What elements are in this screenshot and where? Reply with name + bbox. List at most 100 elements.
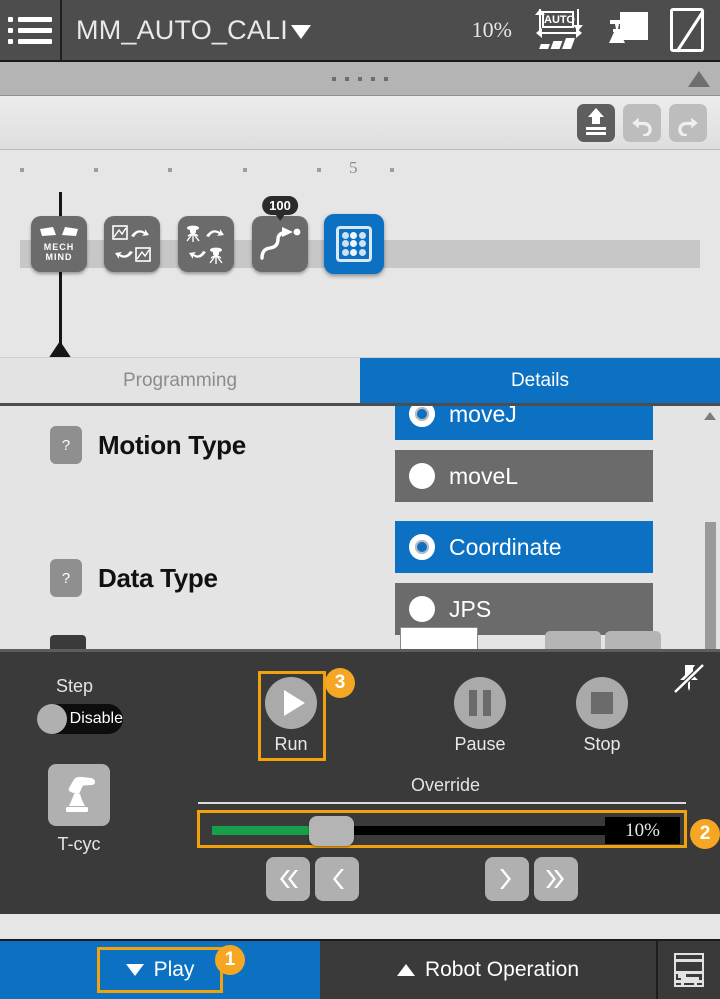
question-mark-icon[interactable]: ? <box>50 559 82 597</box>
tab-programming-label: Programming <box>122 369 238 391</box>
data-type-label: Data Type <box>98 562 218 593</box>
override-value: 10% <box>605 817 680 844</box>
t-cyc-button[interactable] <box>48 764 110 826</box>
step-toggle[interactable]: Disable <box>37 704 123 734</box>
grid-node[interactable] <box>324 214 384 274</box>
caret-down-icon <box>290 25 311 39</box>
double-chevron-right-icon <box>546 870 564 888</box>
step-badge-3: 3 <box>325 668 355 698</box>
stop-label: Stop <box>583 734 621 754</box>
motion-type-label: Motion Type <box>98 429 246 460</box>
panel-splitter[interactable] <box>0 62 720 96</box>
option-movej-label: moveJ <box>449 403 517 427</box>
redo-icon[interactable] <box>669 103 707 142</box>
option-jps-label: JPS <box>449 595 492 622</box>
ruler-label-5: 5 <box>349 158 358 177</box>
stop-button[interactable]: Stop <box>576 677 628 755</box>
next-row-help-icon[interactable] <box>50 635 86 649</box>
vertical-scrollbar[interactable] <box>704 410 718 649</box>
mech-mind-node[interactable]: MECH MIND <box>31 216 87 272</box>
scroll-up-arrow-icon[interactable] <box>704 412 716 420</box>
move-node[interactable]: 100 <box>252 196 308 272</box>
run-button[interactable]: Run <box>265 677 317 755</box>
program-ruler: 5 <box>0 150 720 192</box>
data-type-row: ? Data Type Coordinate JPS <box>0 521 720 635</box>
robot-tool-icon[interactable] <box>604 10 648 50</box>
last-button[interactable] <box>534 857 578 901</box>
override-slider[interactable]: 10% <box>199 812 685 846</box>
next-row-button-1[interactable] <box>545 631 601 649</box>
project-name: MM_AUTO_CALI <box>76 14 288 45</box>
move-path-icon <box>260 227 301 260</box>
run-label: Run <box>274 734 308 754</box>
program-canvas[interactable]: MECH MIND 100 <box>0 192 720 357</box>
radio-movej <box>409 406 435 427</box>
step-toggle-knob <box>37 704 67 734</box>
next-row-button-2[interactable] <box>605 631 661 649</box>
prev-button[interactable] <box>315 857 359 901</box>
move-node-badge: 100 <box>262 196 298 221</box>
step-badge-1: 1 <box>215 945 245 975</box>
tab-programming[interactable]: Programming <box>0 358 360 403</box>
play-section: Play 1 <box>0 941 320 999</box>
auto-mode-icon[interactable]: AUTO <box>534 9 583 51</box>
triangle-down-icon <box>125 964 144 976</box>
t-cyc-label: T-cyc <box>57 834 101 854</box>
question-mark-icon[interactable]: ? <box>50 426 82 464</box>
chevron-left-icon <box>333 869 344 889</box>
window-layout-button[interactable] <box>658 941 720 999</box>
next-button[interactable] <box>485 857 529 901</box>
tab-details-label: Details <box>510 369 570 391</box>
robot-operation-label: Robot Operation <box>424 958 580 981</box>
robot-operation-button[interactable]: Robot Operation <box>320 941 658 999</box>
motion-type-options: moveJ moveL <box>395 403 653 502</box>
override-label: Override <box>411 775 481 795</box>
first-button[interactable] <box>266 857 310 901</box>
data-type-options: Coordinate JPS <box>395 521 653 635</box>
pause-icon <box>454 677 506 729</box>
upload-icon[interactable] <box>577 103 615 142</box>
no-pendant-icon[interactable] <box>670 8 705 53</box>
pause-button[interactable]: Pause <box>454 677 506 755</box>
project-selector[interactable]: MM_AUTO_CALI <box>76 15 311 46</box>
slider-handle[interactable] <box>309 816 354 846</box>
pin-off-icon[interactable] <box>672 662 706 696</box>
option-coordinate-label: Coordinate <box>449 533 562 560</box>
scrollbar-thumb[interactable] <box>705 522 716 649</box>
drag-grip-dots <box>332 76 388 81</box>
step-toggle-value: Disable <box>69 710 123 727</box>
dot-grid-icon <box>336 226 372 262</box>
next-row-input[interactable] <box>400 627 478 649</box>
motion-type-row: ? Motion Type moveJ moveL <box>0 403 720 502</box>
option-movel[interactable]: moveL <box>395 450 653 502</box>
robot-swap-node[interactable] <box>178 216 234 272</box>
vision-swap-node[interactable] <box>104 216 160 272</box>
triangle-up-icon <box>396 964 415 976</box>
option-coordinate[interactable]: Coordinate <box>395 521 653 573</box>
header-status-group: 10% AUTO <box>471 8 720 53</box>
play-button[interactable]: Play <box>96 947 224 993</box>
robot-arm-icon <box>66 776 95 812</box>
chevron-right-icon <box>500 869 511 889</box>
step-label: Step <box>56 676 94 696</box>
tab-details[interactable]: Details <box>360 358 720 403</box>
panel-tabs: Programming Details <box>0 357 720 403</box>
app-header: MM_AUTO_CALI 10% AUTO <box>0 0 720 62</box>
teach-pendant-app: MM_AUTO_CALI 10% AUTO 5 MECH MIND 100 Pr… <box>0 0 720 999</box>
double-chevron-left-icon <box>280 870 298 888</box>
collapse-up-triangle-icon[interactable] <box>688 71 710 87</box>
override-divider <box>198 802 686 804</box>
bottom-bar: Play 1 Robot Operation <box>0 939 720 999</box>
option-movej[interactable]: moveJ <box>395 403 653 440</box>
play-icon <box>265 677 317 729</box>
auto-mode-label: AUTO <box>542 11 575 28</box>
speed-percent: 10% <box>471 17 512 42</box>
window-layout-icon <box>674 953 704 987</box>
undo-icon[interactable] <box>623 103 661 142</box>
hamburger-menu-icon[interactable] <box>0 0 62 61</box>
option-movel-label: moveL <box>449 462 519 489</box>
stop-icon <box>576 677 628 729</box>
step-badge-2: 2 <box>690 819 720 849</box>
tool-stand-glyph <box>609 20 625 43</box>
mech-mind-node-label: MECH MIND <box>43 242 75 262</box>
